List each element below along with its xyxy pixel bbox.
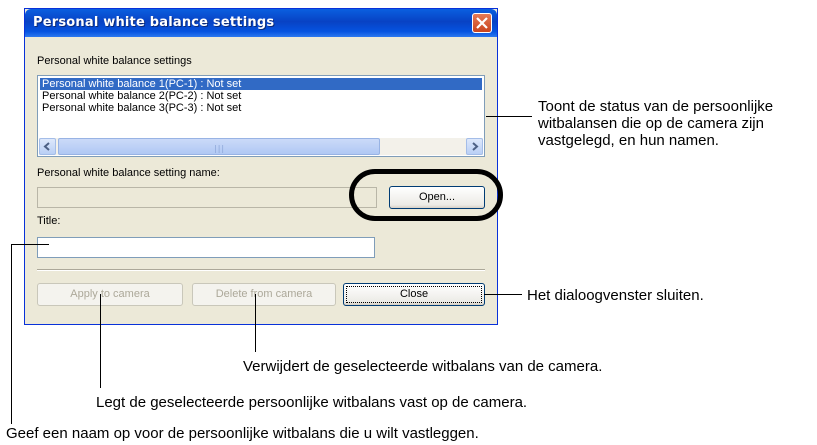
status-leader-line xyxy=(486,116,532,117)
apply-leader-line xyxy=(100,294,101,388)
name-leader-line-h xyxy=(11,244,49,245)
close-leader-line xyxy=(484,294,522,295)
window-close-button[interactable] xyxy=(472,13,492,33)
white-balance-list[interactable]: Personal white balance 1(PC-1) : Not set… xyxy=(37,75,485,157)
dialog-title: Personal white balance settings xyxy=(33,15,275,30)
close-icon xyxy=(476,17,488,29)
delete-leader-line xyxy=(255,294,256,352)
status-annotation: Toont de status van de persoonlijke witb… xyxy=(538,98,774,149)
title-input[interactable] xyxy=(37,237,375,258)
scroll-left-button[interactable] xyxy=(39,138,56,155)
scroll-thumb[interactable]: ||| xyxy=(58,138,380,155)
list-item[interactable]: Personal white balance 3(PC-3) : Not set xyxy=(40,102,482,114)
name-leader-line-v xyxy=(11,244,12,424)
delete-annotation: Verwijdert de geselecteerde witbalans va… xyxy=(243,358,603,375)
white-balance-dialog: Personal white balance settings Personal… xyxy=(24,8,498,325)
close-annotation: Het dialoogvenster sluiten. xyxy=(527,287,704,304)
section-label: Personal white balance settings xyxy=(37,55,192,67)
setting-name-field xyxy=(37,187,377,208)
name-annotation: Geef een naam op voor de persoonlijke wi… xyxy=(6,425,479,442)
open-button[interactable]: Open... xyxy=(389,186,485,209)
apply-annotation: Legt de geselecteerde persoonlijke witba… xyxy=(96,394,528,411)
title-label: Title: xyxy=(37,215,61,227)
chevron-left-icon xyxy=(43,142,50,151)
chevron-right-icon xyxy=(472,142,479,151)
title-bar[interactable]: Personal white balance settings xyxy=(25,9,497,37)
setting-name-label: Personal white balance setting name: xyxy=(37,167,220,179)
delete-from-camera-button: Delete from camera xyxy=(192,283,336,306)
horizontal-scrollbar[interactable]: ||| xyxy=(39,138,483,155)
list-item[interactable]: Personal white balance 2(PC-2) : Not set xyxy=(40,90,482,102)
separator xyxy=(37,269,485,271)
close-button[interactable]: Close xyxy=(343,283,485,306)
apply-to-camera-button: Apply to camera xyxy=(37,283,183,306)
scroll-right-button[interactable] xyxy=(466,138,483,155)
grip-icon: ||| xyxy=(214,144,226,153)
list-item[interactable]: Personal white balance 1(PC-1) : Not set xyxy=(40,78,482,90)
